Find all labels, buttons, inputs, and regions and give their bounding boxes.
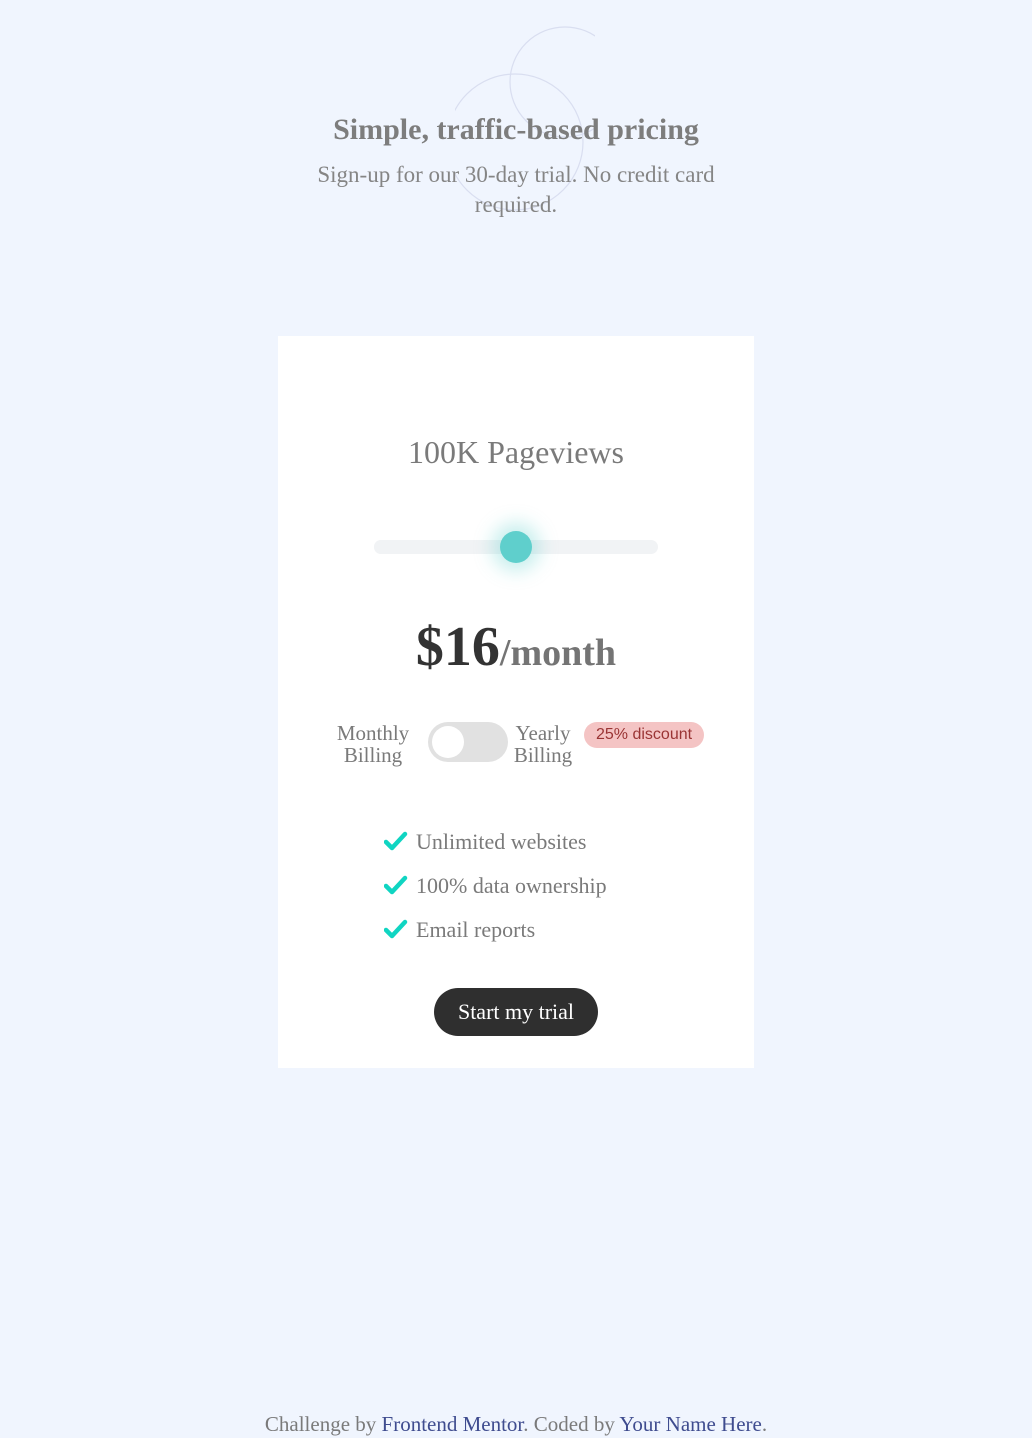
author-link[interactable]: Your Name Here xyxy=(619,1412,762,1436)
billing-toggle[interactable] xyxy=(428,722,508,762)
pricing-card: 100K Pageviews $16/month Monthly Billing… xyxy=(278,336,754,1068)
frontend-mentor-link[interactable]: Frontend Mentor xyxy=(382,1412,524,1436)
pageviews-slider[interactable] xyxy=(374,531,658,563)
check-icon xyxy=(384,919,408,939)
footer-suffix: . xyxy=(761,1412,768,1436)
feature-item: Unlimited websites xyxy=(384,820,607,864)
toggle-knob xyxy=(432,726,464,758)
feature-text: 100% data ownership xyxy=(416,873,607,898)
page-subtitle: Sign-up for our 30-day trial. No credit … xyxy=(317,162,715,217)
footer-middle: . Coded by xyxy=(523,1412,615,1436)
check-icon xyxy=(384,831,408,851)
monthly-billing-label: Monthly Billing xyxy=(336,721,410,767)
feature-text: Email reports xyxy=(416,917,536,942)
slider-fill xyxy=(374,540,516,554)
page-title: Simple, traffic-based pricing xyxy=(333,113,699,146)
feature-list: Unlimited websites 100% data ownership E… xyxy=(384,820,607,952)
footer-prefix: Challenge by xyxy=(264,1412,377,1436)
pageviews-label: 100K Pageviews xyxy=(408,434,624,470)
yearly-billing-label: Yearly Billing xyxy=(513,721,573,767)
attribution-footer: Challenge by Frontend Mentor. Coded by Y… xyxy=(0,1410,1032,1438)
price-amount: $16 xyxy=(415,616,500,678)
price-period: /month xyxy=(499,632,617,674)
discount-badge: 25% discount xyxy=(584,722,705,748)
price: $16/month xyxy=(278,612,754,682)
feature-item: 100% data ownership xyxy=(384,864,607,908)
feature-text: Unlimited websites xyxy=(416,829,587,854)
slider-thumb[interactable] xyxy=(500,531,532,563)
start-trial-button[interactable]: Start my trial xyxy=(434,988,598,1036)
feature-item: Email reports xyxy=(384,908,607,952)
billing-toggle-row: Monthly Billing Yearly Billing 25% disco… xyxy=(278,720,754,768)
check-icon xyxy=(384,875,408,895)
page-header: Simple, traffic-based pricing Sign-up fo… xyxy=(0,110,1032,220)
